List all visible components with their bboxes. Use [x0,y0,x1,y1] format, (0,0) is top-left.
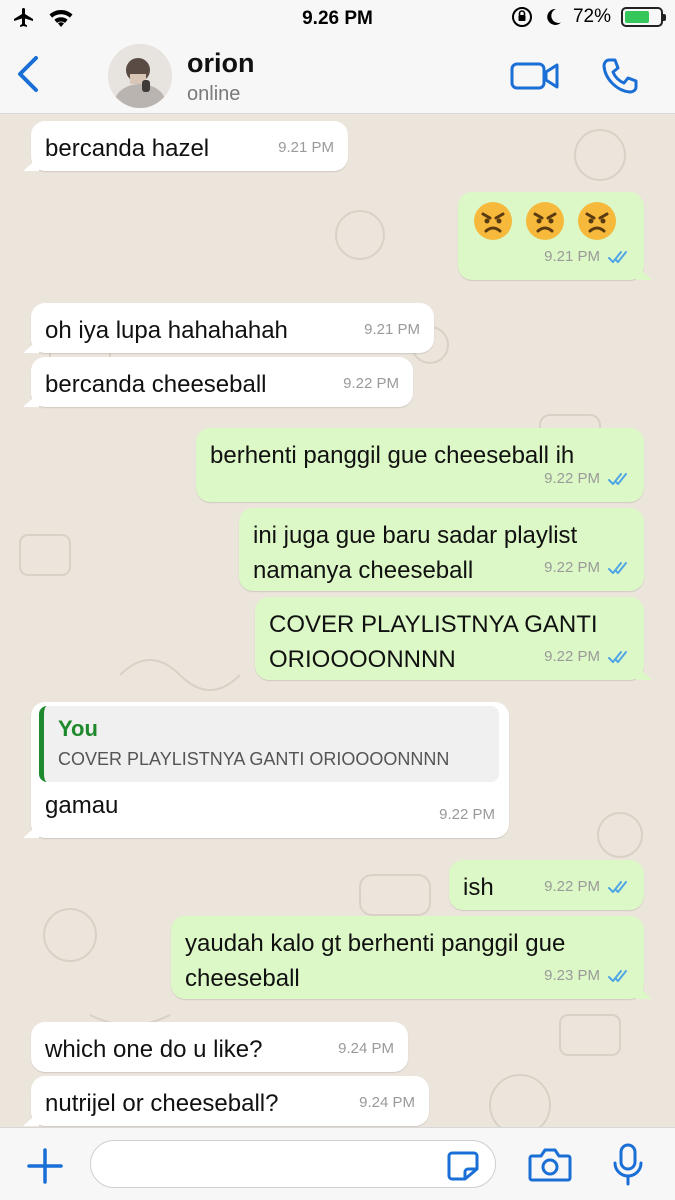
quoted-author: You [58,716,98,741]
message-meta: 9.24 PM [338,1031,394,1066]
message-text: which one do u like? [45,1036,263,1063]
message-outgoing[interactable]: 9.21 PM [458,192,644,280]
avatar[interactable] [108,44,172,108]
moon-icon [547,8,561,25]
message-meta: 9.21 PM [544,239,630,274]
message-time: 9.22 PM [343,375,399,392]
read-checks-icon [608,561,627,574]
message-text: oh iya lupa hahahahah [45,317,288,344]
chat-header: orion online [0,38,675,114]
message-incoming-reply[interactable]: You COVER PLAYLISTNYA GANTI ORIOOOONNNN … [31,702,509,838]
message-meta: 9.22 PM [544,639,630,674]
message-meta: 9.22 PM [544,550,630,585]
microphone-icon[interactable] [608,1142,648,1188]
message-input[interactable] [90,1140,496,1188]
angry-face-icon [578,202,616,240]
message-text: nutrijel or cheeseball? [45,1090,279,1117]
message-text: bercanda cheeseball [45,371,267,398]
chat-area[interactable]: bercanda hazel 9.21 PM 9.21 PM oh iya lu… [0,115,675,1127]
message-meta: 9.22 PM [544,461,630,496]
status-right: 72% [511,6,666,28]
contact-status: online [187,83,241,105]
message-time: 9.23 PM [544,967,600,984]
plus-icon[interactable] [25,1146,65,1186]
battery-icon [621,7,666,27]
message-text: bercanda hazel [45,135,210,162]
quoted-text: COVER PLAYLISTNYA GANTI ORIOOOONNNN [58,749,450,769]
message-meta: 9.21 PM [364,312,420,347]
input-bar [0,1127,675,1200]
battery-percent: 72% [572,6,611,27]
message-text: gamau [45,792,119,819]
message-meta: 9.22 PM [439,797,495,832]
avatar-photo [108,44,172,108]
phone-call-icon[interactable] [600,56,640,96]
back-chevron-icon[interactable] [10,52,50,96]
quoted-message[interactable]: You COVER PLAYLISTNYA GANTI ORIOOOONNNN [39,706,499,782]
message-meta: 9.21 PM [278,130,334,165]
camera-icon[interactable] [528,1146,572,1184]
message-incoming[interactable]: bercanda hazel 9.21 PM [31,121,348,171]
message-text: ish [463,874,494,901]
message-time: 9.24 PM [359,1094,415,1111]
message-time: 9.22 PM [544,470,600,487]
message-meta: 9.24 PM [359,1085,415,1120]
read-checks-icon [608,880,627,893]
message-outgoing[interactable]: berhenti panggil gue cheeseball ih 9.22 … [196,428,644,502]
message-time: 9.21 PM [364,321,420,338]
sticker-icon[interactable] [446,1150,480,1182]
message-meta: 9.23 PM [544,958,630,993]
message-outgoing[interactable]: COVER PLAYLISTNYA GANTI ORIOOOONNNN 9.22… [255,597,644,680]
video-call-icon[interactable] [510,58,560,94]
angry-face-icon [526,202,564,240]
battery-level [625,11,650,23]
angry-face-icon [474,202,512,240]
message-line: ini juga gue baru sadar playlist [253,522,578,549]
message-outgoing[interactable]: yaudah kalo gt berhenti panggil gue chee… [171,916,644,999]
message-line: yaudah kalo gt berhenti panggil gue [185,930,566,957]
read-checks-icon [608,650,627,663]
status-bar: 9.26 PM 72% [0,0,675,38]
message-outgoing[interactable]: ini juga gue baru sadar playlist namanya… [239,508,644,591]
message-time: 9.21 PM [278,139,334,156]
message-incoming[interactable]: oh iya lupa hahahahah 9.21 PM [31,303,434,353]
message-time: 9.22 PM [439,806,495,823]
read-checks-icon [608,250,627,263]
message-text: berhenti panggil gue cheeseball ih [210,442,575,469]
message-time: 9.22 PM [544,559,600,576]
message-incoming[interactable]: which one do u like? 9.24 PM [31,1022,408,1072]
orientation-lock-icon [511,7,532,27]
read-checks-icon [608,969,627,982]
message-meta: 9.22 PM [343,366,399,401]
message-meta: 9.22 PM [544,869,630,904]
message-time: 9.24 PM [338,1040,394,1057]
message-time: 9.21 PM [544,248,600,265]
message-time: 9.22 PM [544,878,600,895]
message-incoming[interactable]: nutrijel or cheeseball? 9.24 PM [31,1076,429,1126]
message-incoming[interactable]: bercanda cheeseball 9.22 PM [31,357,413,407]
read-checks-icon [608,472,627,485]
message-line: COVER PLAYLISTNYA GANTI [269,611,598,638]
contact-name[interactable]: orion [187,48,255,79]
message-time: 9.22 PM [544,648,600,665]
message-outgoing[interactable]: ish 9.22 PM [449,860,644,910]
